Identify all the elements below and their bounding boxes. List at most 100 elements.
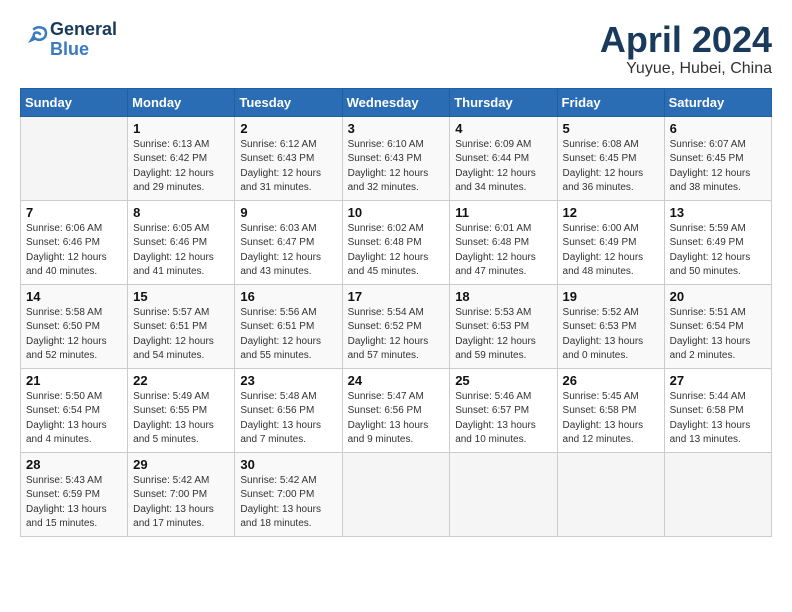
day-number: 1: [133, 121, 229, 136]
day-number: 7: [26, 205, 122, 220]
calendar-week-row: 21 Sunrise: 5:50 AM Sunset: 6:54 PM Dayli…: [21, 368, 772, 452]
calendar-cell: 10 Sunrise: 6:02 AM Sunset: 6:48 PM Dayli…: [342, 200, 450, 284]
cell-content: Sunrise: 5:58 AM Sunset: 6:50 PM Dayligh…: [26, 306, 122, 364]
calendar-cell: 14 Sunrise: 5:58 AM Sunset: 6:50 PM Dayli…: [21, 284, 128, 368]
cell-content: Sunrise: 5:49 AM Sunset: 6:55 PM Dayligh…: [133, 390, 229, 448]
day-number: 17: [348, 289, 445, 304]
calendar-cell: 4 Sunrise: 6:09 AM Sunset: 6:44 PM Daylig…: [450, 116, 557, 200]
location: Yuyue, Hubei, China: [600, 60, 772, 78]
weekday-header-saturday: Saturday: [664, 88, 771, 116]
cell-content: Sunrise: 6:00 AM Sunset: 6:49 PM Dayligh…: [563, 222, 659, 280]
cell-content: Sunrise: 5:43 AM Sunset: 6:59 PM Dayligh…: [26, 474, 122, 532]
cell-content: Sunrise: 5:51 AM Sunset: 6:54 PM Dayligh…: [670, 306, 766, 364]
cell-content: Sunrise: 5:50 AM Sunset: 6:54 PM Dayligh…: [26, 390, 122, 448]
weekday-header-tuesday: Tuesday: [235, 88, 342, 116]
calendar-cell: [664, 452, 771, 536]
cell-content: Sunrise: 5:57 AM Sunset: 6:51 PM Dayligh…: [133, 306, 229, 364]
calendar-cell: 9Sunrise: 6:03 AM Sunset: 6:47 PM Daylig…: [235, 200, 342, 284]
weekday-header-friday: Friday: [557, 88, 664, 116]
calendar-cell: 18 Sunrise: 5:53 AM Sunset: 6:53 PM Dayli…: [450, 284, 557, 368]
day-number: 10: [348, 205, 445, 220]
weekday-header-sunday: Sunday: [21, 88, 128, 116]
day-number: 14: [26, 289, 122, 304]
day-number: 8: [133, 205, 229, 220]
day-number: 12: [563, 205, 659, 220]
cell-content: Sunrise: 5:42 AM Sunset: 7:00 PM Dayligh…: [133, 474, 229, 532]
logo-line2: Blue: [50, 40, 117, 60]
calendar-cell: 6 Sunrise: 6:07 AM Sunset: 6:45 PM Daylig…: [664, 116, 771, 200]
calendar-cell: 15 Sunrise: 5:57 AM Sunset: 6:51 PM Dayli…: [128, 284, 235, 368]
day-number: 20: [670, 289, 766, 304]
cell-content: Sunrise: 6:01 AM Sunset: 6:48 PM Dayligh…: [455, 222, 551, 280]
cell-content: Sunrise: 6:13 AM Sunset: 6:42 PM Dayligh…: [133, 138, 229, 196]
calendar-cell: 24 Sunrise: 5:47 AM Sunset: 6:56 PM Dayli…: [342, 368, 450, 452]
cell-content: Sunrise: 5:48 AM Sunset: 6:56 PM Dayligh…: [240, 390, 336, 448]
day-number: 21: [26, 373, 122, 388]
calendar-cell: 5 Sunrise: 6:08 AM Sunset: 6:45 PM Daylig…: [557, 116, 664, 200]
calendar-cell: 21 Sunrise: 5:50 AM Sunset: 6:54 PM Dayli…: [21, 368, 128, 452]
day-number: 9: [240, 205, 336, 220]
day-number: 11: [455, 205, 551, 220]
cell-content: Sunrise: 5:42 AM Sunset: 7:00 PM Dayligh…: [240, 474, 336, 532]
calendar-table: SundayMondayTuesdayWednesdayThursdayFrid…: [20, 88, 772, 537]
page-header: General Blue April 2024 Yuyue, Hubei, Ch…: [20, 20, 772, 78]
calendar-cell: [450, 452, 557, 536]
cell-content: Sunrise: 6:08 AM Sunset: 6:45 PM Dayligh…: [563, 138, 659, 196]
day-number: 30: [240, 457, 336, 472]
day-number: 2: [240, 121, 336, 136]
calendar-cell: 30 Sunrise: 5:42 AM Sunset: 7:00 PM Dayli…: [235, 452, 342, 536]
day-number: 3: [348, 121, 445, 136]
day-number: 29: [133, 457, 229, 472]
cell-content: Sunrise: 6:07 AM Sunset: 6:45 PM Dayligh…: [670, 138, 766, 196]
cell-content: Sunrise: 5:45 AM Sunset: 6:58 PM Dayligh…: [563, 390, 659, 448]
day-number: 27: [670, 373, 766, 388]
logo: General Blue: [20, 20, 117, 60]
calendar-cell: [342, 452, 450, 536]
cell-content: Sunrise: 5:47 AM Sunset: 6:56 PM Dayligh…: [348, 390, 445, 448]
day-number: 15: [133, 289, 229, 304]
calendar-cell: 22 Sunrise: 5:49 AM Sunset: 6:55 PM Dayli…: [128, 368, 235, 452]
cell-content: Sunrise: 5:54 AM Sunset: 6:52 PM Dayligh…: [348, 306, 445, 364]
day-number: 28: [26, 457, 122, 472]
day-number: 16: [240, 289, 336, 304]
calendar-cell: 26Sunrise: 5:45 AM Sunset: 6:58 PM Dayli…: [557, 368, 664, 452]
calendar-cell: 13Sunrise: 5:59 AM Sunset: 6:49 PM Dayli…: [664, 200, 771, 284]
calendar-cell: 12 Sunrise: 6:00 AM Sunset: 6:49 PM Dayli…: [557, 200, 664, 284]
weekday-header-row: SundayMondayTuesdayWednesdayThursdayFrid…: [21, 88, 772, 116]
calendar-cell: 17 Sunrise: 5:54 AM Sunset: 6:52 PM Dayli…: [342, 284, 450, 368]
day-number: 22: [133, 373, 229, 388]
calendar-week-row: 1 Sunrise: 6:13 AM Sunset: 6:42 PM Daylig…: [21, 116, 772, 200]
cell-content: Sunrise: 6:02 AM Sunset: 6:48 PM Dayligh…: [348, 222, 445, 280]
day-number: 24: [348, 373, 445, 388]
cell-content: Sunrise: 6:05 AM Sunset: 6:46 PM Dayligh…: [133, 222, 229, 280]
weekday-header-wednesday: Wednesday: [342, 88, 450, 116]
day-number: 18: [455, 289, 551, 304]
cell-content: Sunrise: 5:46 AM Sunset: 6:57 PM Dayligh…: [455, 390, 551, 448]
day-number: 19: [563, 289, 659, 304]
calendar-week-row: 14 Sunrise: 5:58 AM Sunset: 6:50 PM Dayli…: [21, 284, 772, 368]
weekday-header-monday: Monday: [128, 88, 235, 116]
calendar-cell: 28 Sunrise: 5:43 AM Sunset: 6:59 PM Dayli…: [21, 452, 128, 536]
calendar-week-row: 28 Sunrise: 5:43 AM Sunset: 6:59 PM Dayli…: [21, 452, 772, 536]
calendar-cell: 23 Sunrise: 5:48 AM Sunset: 6:56 PM Dayli…: [235, 368, 342, 452]
calendar-cell: [557, 452, 664, 536]
cell-content: Sunrise: 6:10 AM Sunset: 6:43 PM Dayligh…: [348, 138, 445, 196]
day-number: 6: [670, 121, 766, 136]
calendar-cell: 16Sunrise: 5:56 AM Sunset: 6:51 PM Dayli…: [235, 284, 342, 368]
logo-line1: General: [50, 20, 117, 40]
calendar-cell: 2Sunrise: 6:12 AM Sunset: 6:43 PM Daylig…: [235, 116, 342, 200]
calendar-cell: 25 Sunrise: 5:46 AM Sunset: 6:57 PM Dayli…: [450, 368, 557, 452]
calendar-week-row: 7Sunrise: 6:06 AM Sunset: 6:46 PM Daylig…: [21, 200, 772, 284]
cell-content: Sunrise: 5:53 AM Sunset: 6:53 PM Dayligh…: [455, 306, 551, 364]
cell-content: Sunrise: 5:59 AM Sunset: 6:49 PM Dayligh…: [670, 222, 766, 280]
calendar-cell: 29 Sunrise: 5:42 AM Sunset: 7:00 PM Dayli…: [128, 452, 235, 536]
day-number: 23: [240, 373, 336, 388]
day-number: 4: [455, 121, 551, 136]
calendar-cell: 7Sunrise: 6:06 AM Sunset: 6:46 PM Daylig…: [21, 200, 128, 284]
day-number: 25: [455, 373, 551, 388]
cell-content: Sunrise: 6:09 AM Sunset: 6:44 PM Dayligh…: [455, 138, 551, 196]
day-number: 5: [563, 121, 659, 136]
calendar-cell: 27Sunrise: 5:44 AM Sunset: 6:58 PM Dayli…: [664, 368, 771, 452]
calendar-cell: 3 Sunrise: 6:10 AM Sunset: 6:43 PM Daylig…: [342, 116, 450, 200]
calendar-cell: [21, 116, 128, 200]
